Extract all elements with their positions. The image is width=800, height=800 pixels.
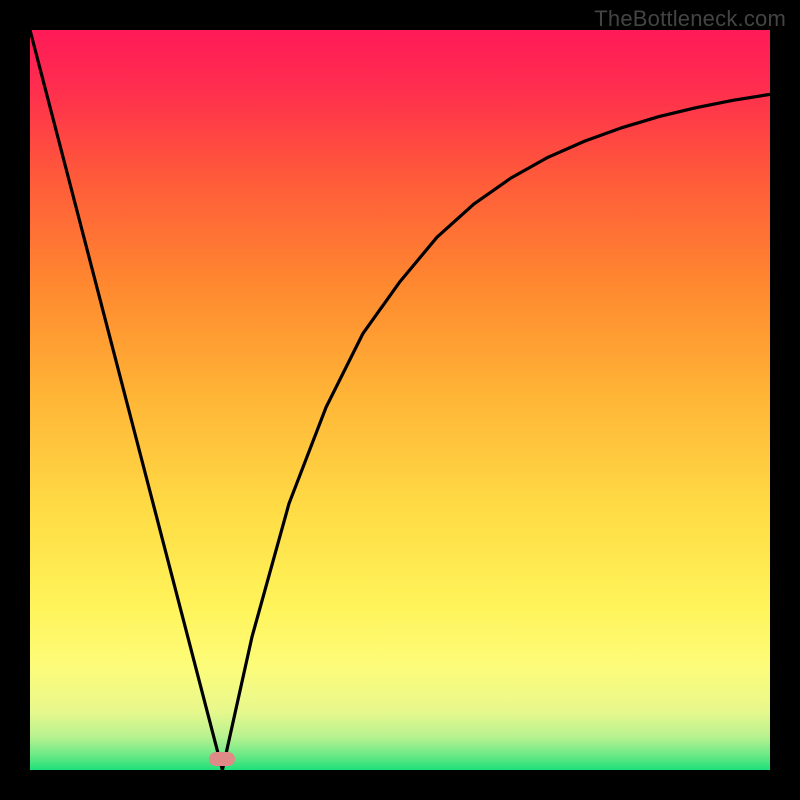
chart-frame: TheBottleneck.com xyxy=(0,0,800,800)
attribution-label: TheBottleneck.com xyxy=(594,6,786,32)
curves-layer xyxy=(30,30,770,770)
left-line-path xyxy=(30,30,222,770)
right-curve-path xyxy=(222,94,770,770)
vertex-marker xyxy=(209,752,235,766)
plot-area xyxy=(30,30,770,770)
